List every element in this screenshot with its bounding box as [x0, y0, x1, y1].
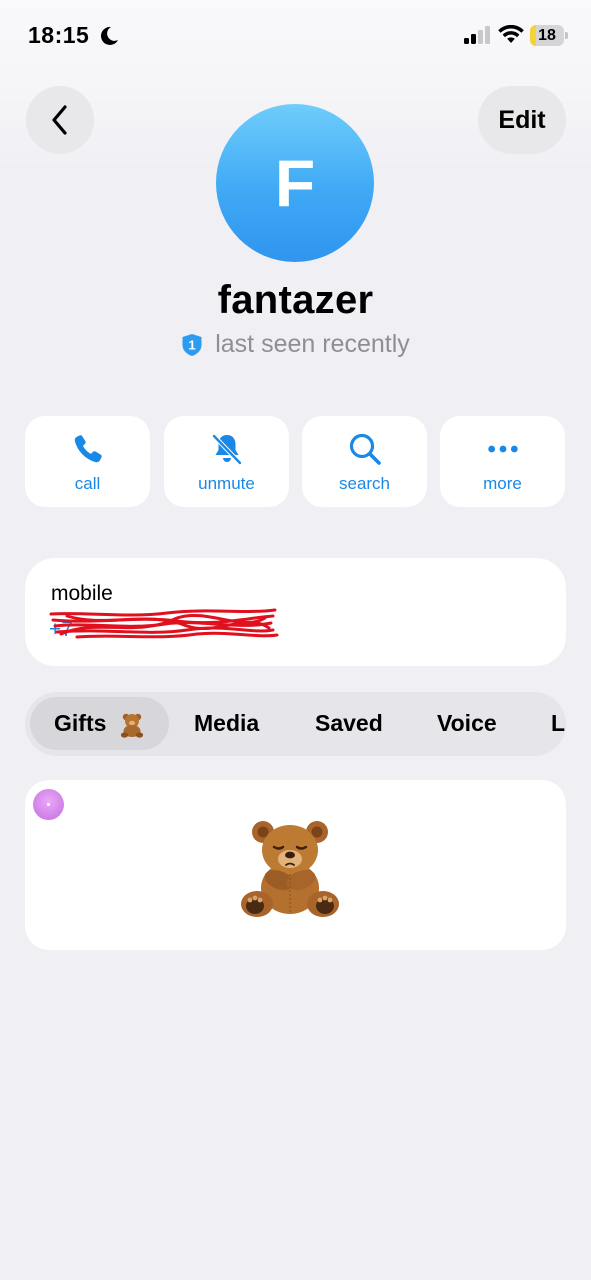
battery-indicator: 18	[530, 25, 568, 46]
chevron-left-icon	[52, 105, 67, 135]
unmute-label: unmute	[198, 474, 255, 493]
more-label: more	[483, 474, 522, 493]
mobile-label: mobile	[51, 582, 113, 605]
profile-screen: 18:15 18 Edit F fantazer 1 last seen rec…	[0, 0, 591, 1280]
more-button[interactable]: more	[440, 416, 565, 507]
battery-percent: 18	[538, 27, 556, 44]
user-name: fantazer	[217, 278, 374, 322]
back-button[interactable]	[26, 86, 94, 154]
tab-saved[interactable]: Saved	[315, 697, 383, 750]
unmute-button[interactable]: unmute	[164, 416, 289, 507]
wifi-icon	[498, 25, 524, 43]
gift-card[interactable]	[25, 780, 566, 950]
edit-button[interactable]: Edit	[478, 86, 566, 154]
search-label: search	[338, 474, 391, 493]
tab-media[interactable]: Media	[194, 697, 259, 750]
teddy-bear-icon	[241, 821, 339, 917]
mobile-card[interactable]: mobile +7	[25, 558, 566, 666]
avatar[interactable]: F	[216, 104, 374, 262]
search-button[interactable]: search	[302, 416, 427, 507]
tab-voice[interactable]: Voice	[437, 697, 497, 750]
tab-gifts[interactable]: Gifts	[30, 697, 169, 750]
redacted-phone-number[interactable]: +7	[47, 604, 279, 644]
status-time: 18:15	[28, 22, 90, 48]
call-button[interactable]: call	[25, 416, 150, 507]
gift-badge	[33, 789, 64, 820]
bell-slash-icon	[211, 433, 242, 466]
tab-links[interactable]: L	[551, 697, 565, 750]
ellipsis-icon	[487, 445, 518, 453]
status-badge-number: 1	[189, 337, 196, 352]
avatar-initial: F	[274, 146, 316, 220]
cellular-signal-icon	[464, 26, 490, 44]
profile-tabs: Gifts Media Saved Voice L	[25, 692, 566, 756]
moon-icon	[100, 26, 118, 45]
shield-badge-icon[interactable]: 1	[181, 333, 203, 357]
status-row: 1 last seen recently	[0, 330, 591, 359]
tab-gifts-label: Gifts	[54, 710, 107, 736]
last-seen-status: last seen recently	[215, 330, 410, 358]
call-label: call	[74, 474, 101, 493]
teddy-bear-icon	[120, 713, 143, 738]
search-icon	[349, 433, 381, 465]
phone-icon	[74, 435, 102, 463]
